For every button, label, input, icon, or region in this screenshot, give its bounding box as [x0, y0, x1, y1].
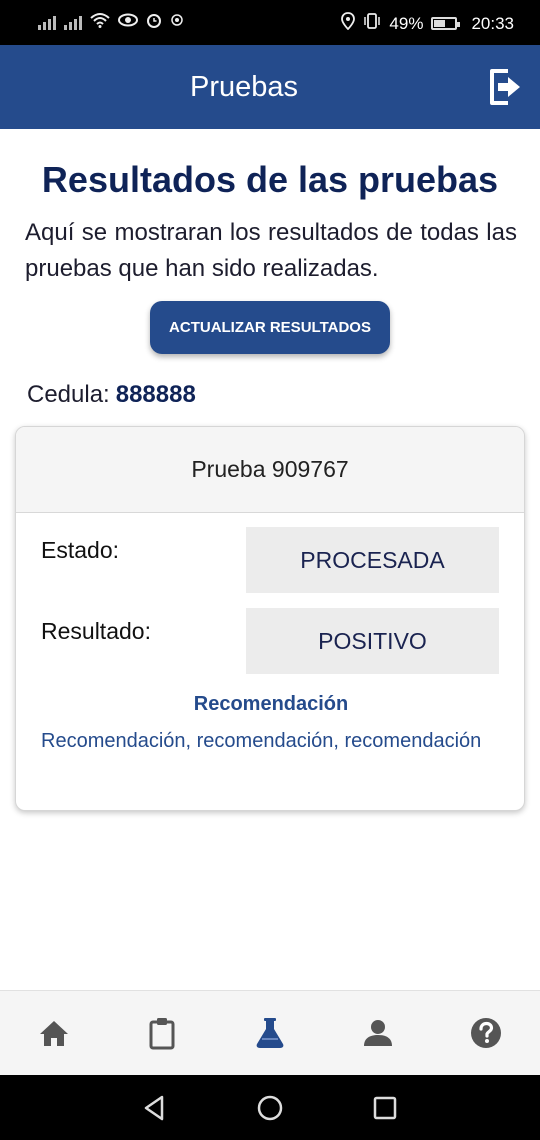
resultado-label: Resultado: [41, 618, 151, 644]
back-button[interactable] [140, 1093, 170, 1123]
eye-icon [118, 13, 138, 31]
app-bar-title: Pruebas [189, 71, 298, 103]
estado-label: Estado: [41, 537, 119, 563]
battery-icon [431, 17, 461, 30]
tab-clipboard[interactable] [144, 1015, 180, 1051]
status-bar: 49% 20:33 [0, 0, 540, 45]
recomendacion-title: Recomendación [193, 693, 349, 715]
logout-icon[interactable] [488, 67, 522, 107]
home-icon [40, 1021, 68, 1046]
estado-row: Estado: PROCESADA [41, 527, 501, 593]
flask-icon [256, 1018, 284, 1048]
home-circle-icon [257, 1095, 283, 1121]
wifi-icon [90, 12, 110, 32]
recents-icon [373, 1096, 397, 1120]
location-icon [170, 13, 184, 31]
result-card-title: Prueba 909767 [16, 427, 524, 513]
page-title: Resultados de las pruebas [41, 159, 499, 200]
tab-home[interactable] [36, 1015, 72, 1051]
gps-icon [341, 12, 356, 35]
battery-percent: 49% [389, 13, 424, 33]
cedula-value: 888888 [115, 381, 196, 408]
resultado-row: Resultado: POSITIVO [41, 608, 501, 674]
user-icon [364, 1020, 392, 1046]
status-left-icons [38, 12, 184, 32]
tab-profile[interactable] [360, 1015, 396, 1051]
back-icon [144, 1095, 164, 1121]
cedula-row: Cedula: 888888 [27, 381, 196, 409]
bottom-tab-bar [0, 990, 540, 1075]
signal-2-icon [64, 14, 82, 30]
system-nav-bar [0, 1075, 540, 1140]
estado-value: PROCESADA [246, 527, 499, 593]
clipboard-icon [149, 1018, 175, 1050]
status-time: 20:33 [471, 13, 514, 33]
resultado-value: POSITIVO [246, 608, 499, 674]
result-card: Prueba 909767 Estado: PROCESADA Resultad… [15, 426, 525, 811]
refresh-results-button[interactable]: ACTUALIZAR RESULTADOS [150, 301, 390, 354]
vibrate-icon [363, 12, 381, 35]
tab-help[interactable] [468, 1015, 504, 1051]
recents-button[interactable] [370, 1093, 400, 1123]
alarm-icon [146, 12, 162, 32]
intro-text: Aquí se mostraran los resultados de toda… [25, 219, 517, 282]
app-bar: Pruebas [0, 45, 540, 129]
signal-icon [38, 14, 56, 30]
recomendacion-text: Recomendación, recomendación, recomendac… [41, 730, 482, 752]
home-nav-button[interactable] [255, 1093, 285, 1123]
status-right: 49% 20:33 [341, 12, 514, 35]
tab-pruebas[interactable] [252, 1015, 288, 1051]
cedula-label: Cedula: [27, 381, 110, 408]
help-icon [471, 1018, 501, 1048]
